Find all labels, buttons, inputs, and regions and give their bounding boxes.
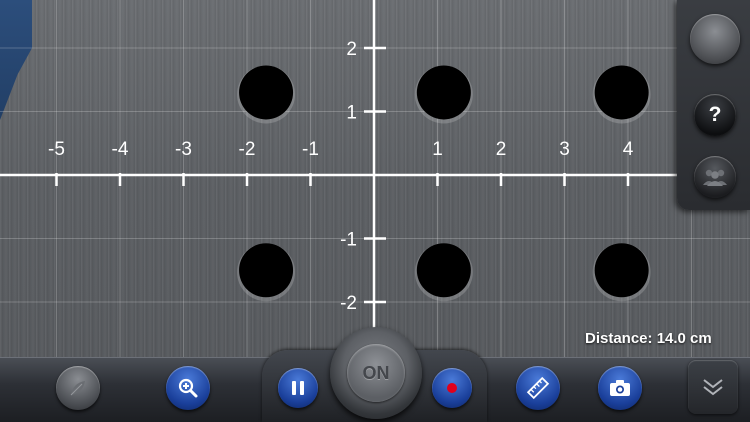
x-axis-label: -3 — [175, 139, 192, 160]
distance-readout: Distance: 14.0 cm — [585, 330, 712, 347]
x-axis-label: -1 — [302, 139, 319, 160]
hole — [239, 65, 294, 120]
hole — [239, 243, 294, 298]
leaf-icon — [70, 381, 85, 396]
top-toggle-button[interactable] — [690, 14, 740, 64]
group-button[interactable] — [694, 156, 736, 198]
x-axis-label: -5 — [48, 139, 65, 160]
pause-button[interactable] — [278, 368, 318, 408]
y-axis-label: 1 — [346, 103, 357, 124]
hole — [416, 243, 471, 298]
on-label: ON — [362, 362, 390, 383]
y-axis-label: 2 — [346, 39, 357, 60]
hole — [594, 65, 649, 120]
camera-icon — [610, 380, 630, 396]
double-chevron-down-icon — [703, 379, 723, 396]
ruler-button[interactable] — [516, 366, 560, 410]
help-button[interactable]: ? — [694, 94, 736, 136]
pause-icon — [292, 381, 304, 395]
y-axis-label: -1 — [340, 230, 357, 251]
ruler-icon — [526, 376, 550, 400]
camera-button[interactable] — [598, 366, 642, 410]
hole — [416, 65, 471, 120]
record-button[interactable] — [432, 368, 472, 408]
x-axis-label: 3 — [559, 139, 570, 160]
record-icon — [447, 383, 457, 393]
leaf-button[interactable] — [56, 366, 100, 410]
group-users-icon — [703, 169, 727, 186]
y-axis-label: -2 — [340, 293, 357, 314]
x-axis-label: 4 — [623, 139, 634, 160]
x-axis-label: -2 — [239, 139, 256, 160]
x-axis-label: -4 — [112, 139, 129, 160]
zoom-button[interactable] — [166, 366, 210, 410]
question-mark-icon: ? — [708, 103, 722, 126]
microscope-view: -5 -4 -3 -2 -1 1 2 3 4 2 1 -1 -2 Distance: 14.0 cm ? — [0, 0, 750, 422]
hole — [594, 243, 649, 298]
x-axis-label: 1 — [432, 139, 443, 160]
x-axis-label: 2 — [496, 139, 507, 160]
zoom-in-icon — [178, 378, 198, 398]
on-button[interactable]: ON — [330, 327, 422, 419]
expand-button[interactable] — [688, 360, 738, 414]
